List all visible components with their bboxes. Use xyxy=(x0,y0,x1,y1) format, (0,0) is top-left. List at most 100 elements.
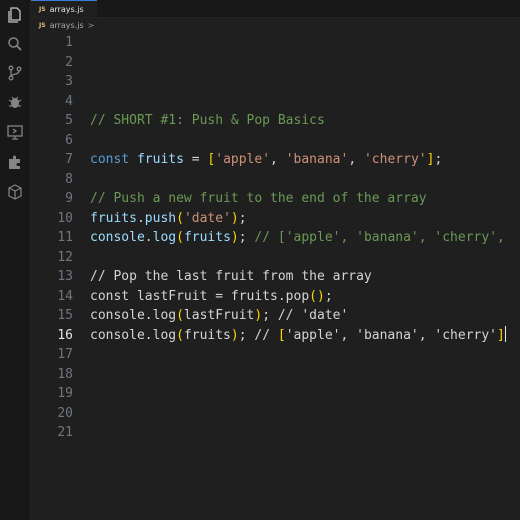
activity-bar xyxy=(0,0,31,520)
files-icon[interactable] xyxy=(6,6,24,24)
code-line[interactable]: 3 xyxy=(31,72,520,92)
code-token: push xyxy=(144,210,177,226)
javascript-file-icon: JS xyxy=(39,5,46,13)
line-number: 16 xyxy=(57,327,73,343)
code-token: 'apple' xyxy=(215,152,271,167)
line-number: 10 xyxy=(57,210,73,226)
remote-explorer-icon[interactable] xyxy=(6,123,24,141)
extensions-icon[interactable] xyxy=(6,153,24,171)
code-line[interactable]: 16 console.log(fruits); // ['apple', 'ban… xyxy=(31,325,520,346)
code-token: ] xyxy=(497,327,505,343)
debug-icon[interactable] xyxy=(6,93,24,111)
package-icon[interactable] xyxy=(6,183,24,201)
code-line[interactable]: 4 xyxy=(31,92,520,112)
code-line[interactable]: 11 console.log(fruits); // ['apple', 'ban… xyxy=(31,228,520,248)
code-line[interactable]: 20 xyxy=(31,404,520,424)
code-line[interactable]: 5 // SHORT #1: Push & Pop Basics xyxy=(31,111,520,131)
code-text: // SHORT #1: Push & Pop Basics xyxy=(90,111,325,131)
code-token: 'banana' xyxy=(285,152,349,167)
code-token: console.log xyxy=(90,308,177,323)
line-number: 4 xyxy=(65,93,73,109)
line-number: 13 xyxy=(57,269,73,284)
line-number: 20 xyxy=(57,405,73,421)
tab-arrays-js[interactable]: JS arrays.js xyxy=(31,0,97,17)
code-token: // Pop the last fruit from the array xyxy=(90,269,372,284)
code-line[interactable]: 13 // Pop the last fruit from the array xyxy=(31,267,520,287)
code-token: , xyxy=(348,152,364,167)
code-text: const lastFruit = fruits.pop(); xyxy=(90,287,333,307)
code-token: () xyxy=(309,288,325,304)
text-cursor xyxy=(504,325,506,342)
line-number: 19 xyxy=(57,386,73,401)
code-token: lastFruit xyxy=(183,308,255,323)
code-token: = xyxy=(183,152,208,167)
line-number: 17 xyxy=(57,347,73,362)
code-line[interactable]: 8 xyxy=(31,170,520,190)
code-token: ( xyxy=(176,230,184,245)
line-number: 9 xyxy=(65,191,73,206)
code-text: console.log(fruits); // ['apple', 'banan… xyxy=(90,325,506,346)
line-number: 18 xyxy=(57,366,73,382)
code-line[interactable]: 19 xyxy=(31,384,520,404)
breadcrumb-file[interactable]: arrays.js xyxy=(50,21,84,30)
line-number: 3 xyxy=(65,74,73,89)
code-text: fruits.push('date'); xyxy=(90,209,247,229)
line-number: 15 xyxy=(57,308,73,323)
code-token: . xyxy=(136,210,145,226)
code-token: // SHORT #1: Push & Pop Basics xyxy=(90,113,325,128)
code-text: console.log(fruits); // ['apple', 'banan… xyxy=(90,228,505,248)
code-token: ; xyxy=(324,288,333,304)
code-token: console xyxy=(90,230,145,245)
code-editor[interactable]: 1 2 3 4 5// SHORT #1: Push & Pop Basics 6 7 con… xyxy=(31,33,520,520)
code-line[interactable]: 9 // Push a new fruit to the end of the a… xyxy=(31,189,520,209)
code-token: // Push a new fruit to the end of the ar… xyxy=(90,191,427,206)
search-icon[interactable] xyxy=(6,35,24,53)
code-token: . xyxy=(144,230,153,245)
code-token: const lastFruit = fruits.pop xyxy=(90,288,310,304)
code-token: log xyxy=(152,230,177,245)
code-line[interactable]: 17 xyxy=(31,345,520,365)
code-token: [ xyxy=(277,327,286,343)
javascript-file-icon: JS xyxy=(39,21,46,29)
code-text: // Pop the last fruit from the array xyxy=(90,267,372,287)
code-line[interactable]: 14 const lastFruit = fruits.pop(); xyxy=(31,287,520,307)
line-number: 7 xyxy=(65,152,73,167)
code-text: const fruits = ['apple', 'banana', 'cher… xyxy=(90,150,442,170)
line-number: 1 xyxy=(65,35,73,50)
code-token: fruits xyxy=(136,152,184,167)
code-line[interactable]: 21 xyxy=(31,423,520,443)
code-line[interactable]: 12 xyxy=(31,248,520,268)
code-token: fruits xyxy=(183,327,231,343)
line-number: 6 xyxy=(65,132,73,148)
code-token: console.log xyxy=(90,327,177,343)
code-line[interactable]: 18 xyxy=(31,365,520,385)
tab-label: arrays.js xyxy=(49,4,84,14)
code-token: ; // 'date' xyxy=(262,308,349,323)
code-token: fruits xyxy=(90,210,137,226)
line-number: 14 xyxy=(57,288,73,304)
line-number: 2 xyxy=(65,54,73,70)
line-number: 21 xyxy=(57,425,73,440)
source-control-icon[interactable] xyxy=(6,64,24,82)
code-line[interactable]: 1 xyxy=(31,33,520,53)
line-number: 12 xyxy=(57,249,73,265)
code-text: console.log(lastFruit); // 'date' xyxy=(90,306,348,326)
code-line[interactable]: 6 xyxy=(31,131,520,151)
line-number: 11 xyxy=(57,230,73,245)
code-line[interactable]: 15 console.log(lastFruit); // 'date' xyxy=(31,306,520,326)
code-token: 'apple', 'banana', 'cherry' xyxy=(285,327,498,343)
code-token: ; xyxy=(238,230,255,245)
code-token: 'date' xyxy=(183,210,231,226)
code-token: 'cherry' xyxy=(363,152,427,167)
code-line[interactable]: 2 xyxy=(31,53,520,73)
code-token: const xyxy=(90,152,137,167)
breadcrumb: JS arrays.js > xyxy=(31,18,520,32)
code-line[interactable]: 7 const fruits = ['apple', 'banana', 'che… xyxy=(31,150,520,170)
line-number: 8 xyxy=(65,171,73,187)
line-number: 5 xyxy=(65,113,73,128)
code-text: // Push a new fruit to the end of the ar… xyxy=(90,189,427,209)
code-line[interactable]: 10 fruits.push('date'); xyxy=(31,209,520,229)
code-token: ) xyxy=(230,210,239,226)
code-token: ( xyxy=(176,327,184,343)
code-token: ; // xyxy=(238,327,278,343)
